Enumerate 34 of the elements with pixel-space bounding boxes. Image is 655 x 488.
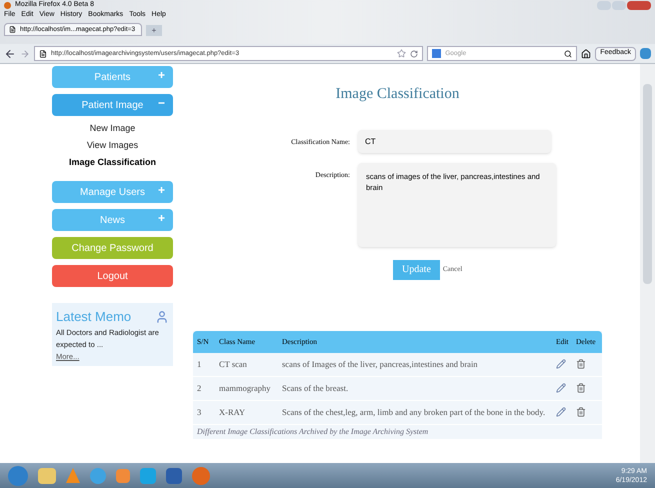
table-cell-text: scans of Images of the liver, pancreas,intestines and brain	[281, 358, 479, 370]
user-icon	[155, 310, 169, 324]
page-icon	[9, 26, 16, 33]
forward-icon[interactable]	[20, 48, 30, 58]
table-cell-text: 2	[196, 382, 202, 394]
sidebar-link[interactable]: View Images	[86, 137, 138, 154]
edit-icon[interactable]	[556, 359, 566, 369]
home-icon[interactable]	[581, 48, 592, 58]
table-cell-text: mammography	[218, 382, 272, 394]
search-icon[interactable]	[564, 50, 572, 58]
delete-icon[interactable]	[576, 407, 586, 417]
sidebar-link[interactable]: Image Classification	[68, 154, 156, 171]
page-icon	[39, 50, 47, 58]
delete-icon[interactable]	[576, 359, 586, 369]
new-tab-button[interactable]: +	[146, 25, 162, 36]
table-cell-text: 3	[196, 406, 202, 418]
back-icon[interactable]	[4, 48, 16, 60]
input-field[interactable]: CT	[358, 130, 551, 152]
table-cell-text: CT scan	[218, 358, 248, 370]
delete-icon[interactable]	[576, 383, 586, 393]
table-cell-text: 1	[196, 358, 202, 370]
table-cell-text: Scans of the chest,leg, arm, limb and any broken part of the bone in the body.	[281, 406, 546, 418]
table-caption: Different Image Classifications Archived by the Image Archiving System	[196, 426, 430, 438]
reload-icon[interactable]	[410, 50, 418, 58]
table-cell-text: X-RAY	[218, 406, 246, 418]
memo-title: Latest Memo	[56, 308, 132, 326]
page-title: Image Classification	[334, 85, 460, 104]
close-icon[interactable]	[627, 0, 651, 10]
bookmark-star-icon[interactable]	[397, 49, 406, 58]
sidebar-link[interactable]: New Image	[90, 120, 136, 137]
table-cell-text: Scans of the breast.	[281, 382, 350, 394]
edit-icon[interactable]	[556, 407, 566, 417]
edit-icon[interactable]	[556, 383, 566, 393]
start-button[interactable]	[8, 466, 28, 486]
